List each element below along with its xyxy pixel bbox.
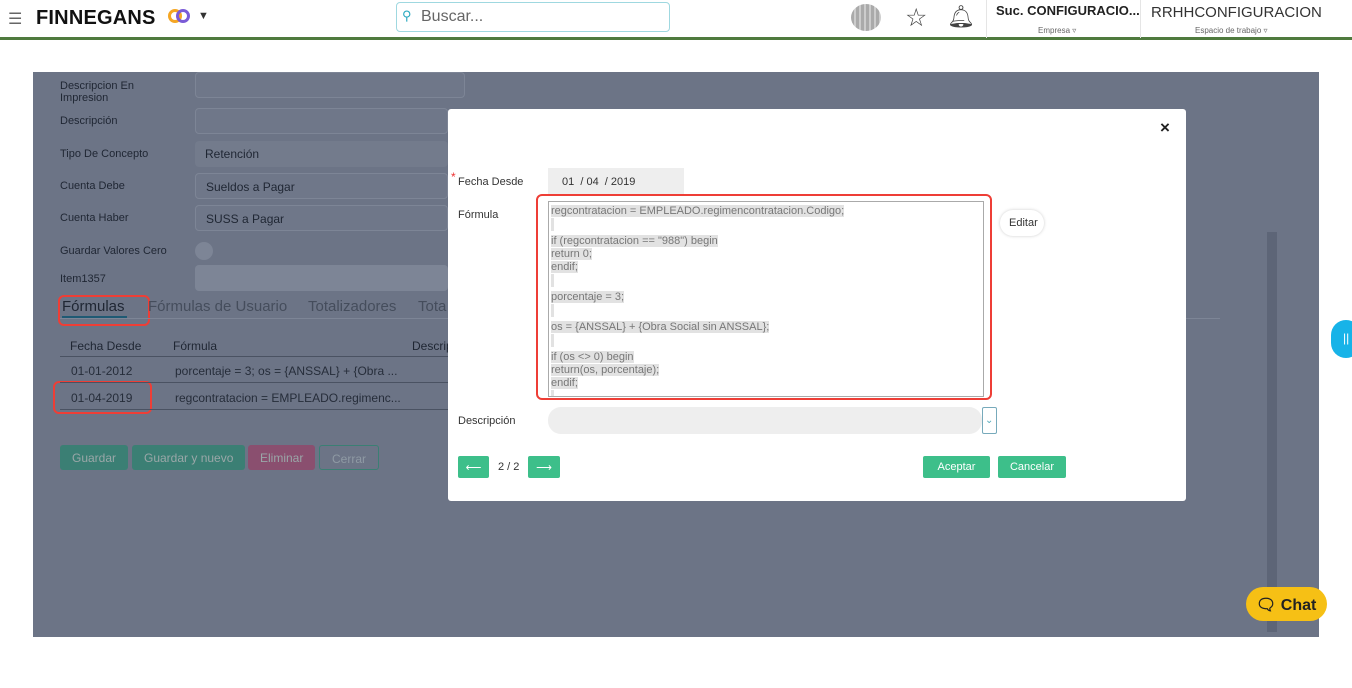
close-button[interactable]: Cerrar <box>319 445 380 470</box>
formula-line <box>551 334 981 351</box>
field-label: Descripción <box>60 115 118 127</box>
assistant-icon[interactable] <box>851 4 881 31</box>
formula-line-text: os = {ANSSAL} + {Obra Social sin ANSSAL}… <box>551 321 770 333</box>
formula-line-text <box>551 334 554 347</box>
save-zero-toggle[interactable] <box>195 242 213 260</box>
field-label: Cuenta Debe <box>60 180 125 192</box>
formula-line <box>551 218 981 235</box>
divider <box>986 0 987 38</box>
close-icon[interactable]: × <box>1160 118 1170 138</box>
search-input[interactable]: Buscar... <box>396 2 670 32</box>
chat-bubble-icon: 🗨︎ <box>1256 597 1281 614</box>
formula-line: porcentaje = 3; <box>551 291 981 304</box>
brand-mark-icon <box>168 9 190 23</box>
formula-line-text: endif; <box>551 261 578 273</box>
formula-line: endif; <box>551 377 981 390</box>
description-select[interactable] <box>548 407 982 434</box>
company-name[interactable]: Suc. CONFIGURACIO... <box>996 3 1140 18</box>
column-header: Fórmula <box>173 339 218 353</box>
debit-account-input[interactable]: Sueldos a Pagar <box>195 173 448 199</box>
tab-formulas[interactable]: Fórmulas <box>62 298 125 315</box>
cell-date: 01-04-2019 <box>71 391 133 405</box>
save-and-new-button[interactable]: Guardar y nuevo <box>132 445 246 470</box>
formula-line-text: return(os, porcentaje); <box>551 364 660 376</box>
concept-type-select[interactable]: Retención <box>195 141 448 167</box>
formula-line-text <box>551 218 554 231</box>
field-label: Cuenta Haber <box>60 212 129 224</box>
formula-line <box>551 304 981 321</box>
previous-button[interactable]: ⟵ <box>458 456 489 478</box>
notifications-bell-icon[interactable]: 🔔︎ <box>947 4 975 30</box>
tab-totalizers[interactable]: Totalizadores <box>308 298 396 315</box>
brand-dropdown-icon[interactable]: ▼ <box>198 10 209 22</box>
search-icon: ⚲ <box>402 8 412 23</box>
required-marker: * <box>451 170 456 184</box>
table-row[interactable]: 01-01-2012 porcentaje = 3; os = {ANSSAL}… <box>60 356 450 383</box>
chevron-down-icon[interactable]: ⌄ <box>982 407 997 434</box>
cell-formula: regcontratacion = EMPLEADO.regimenc... <box>175 391 401 405</box>
description-label: Descripción <box>458 415 516 427</box>
formula-line <box>551 274 981 291</box>
formula-line: if (regcontratacion == "988") begin <box>551 235 981 248</box>
formula-line-text: if (os <> 0) begin <box>551 351 634 363</box>
scrollbar[interactable] <box>1267 232 1277 632</box>
formula-line: os = {ANSSAL} + {Obra Social sin ANSSAL}… <box>551 321 981 334</box>
formula-line-text: regcontratacion = EMPLEADO.regimencontra… <box>551 205 845 217</box>
formula-line-text: porcentaje = 3; <box>551 291 625 303</box>
formula-line-text: endif; <box>551 377 578 389</box>
cell-date: 01-01-2012 <box>71 364 133 378</box>
date-label: Fecha Desde <box>458 176 524 188</box>
item1357-input[interactable] <box>195 265 448 291</box>
formula-textarea[interactable]: regcontratacion = EMPLEADO.regimencontra… <box>548 201 984 397</box>
credit-account-input[interactable]: SUSS a Pagar <box>195 205 448 231</box>
formula-label: Fórmula <box>458 209 499 221</box>
pager-text: 2 / 2 <box>498 461 520 473</box>
cancel-button[interactable]: Cancelar <box>998 456 1066 478</box>
save-button[interactable]: Guardar <box>60 445 129 470</box>
cell-formula: porcentaje = 3; os = {ANSSAL} + {Obra ..… <box>175 364 398 378</box>
column-header: Fecha Desde <box>70 339 142 353</box>
company-selector[interactable]: Empresa ▿ <box>1038 26 1076 35</box>
formula-line-text: return 0; <box>551 248 592 260</box>
date-input[interactable]: 01 / 04 / 2019 <box>548 168 684 195</box>
workspace-selector[interactable]: Espacio de trabajo ▿ <box>1195 26 1268 35</box>
field-label: Descripcion En Impresion <box>60 80 134 104</box>
field-label: Guardar Valores Cero <box>60 245 167 257</box>
accept-button[interactable]: Aceptar <box>923 456 990 478</box>
formula-line: if (os <> 0) begin <box>551 351 981 364</box>
print-description-input[interactable] <box>195 72 465 98</box>
field-label: Tipo De Concepto <box>60 148 149 160</box>
formula-line: return 0; <box>551 248 981 261</box>
divider <box>1140 0 1141 38</box>
hamburger-menu-icon[interactable]: ☰ <box>8 9 22 29</box>
edit-button[interactable]: Editar <box>1000 210 1044 236</box>
chat-label: Chat <box>1280 597 1317 614</box>
tab-more[interactable]: Tota <box>418 298 446 315</box>
formula-line: endif; <box>551 261 981 274</box>
formula-line: regcontratacion = EMPLEADO.regimencontra… <box>551 205 981 218</box>
favorites-star-icon[interactable]: ☆ <box>905 3 927 33</box>
delete-button[interactable]: Eliminar <box>248 445 316 470</box>
side-panel-handle[interactable]: || <box>1331 320 1352 358</box>
formula-line-text <box>551 304 554 317</box>
column-header: Descrip <box>412 339 453 353</box>
chat-button[interactable]: 🗨︎ Chat <box>1246 587 1327 621</box>
formula-line <box>551 390 981 396</box>
formula-line-text <box>551 390 554 396</box>
next-button[interactable]: ⟶ <box>528 456 560 478</box>
formula-line-text: if (regcontratacion == "988") begin <box>551 235 718 247</box>
formula-line: return(os, porcentaje); <box>551 364 981 377</box>
tab-user-formulas[interactable]: Fórmulas de Usuario <box>148 298 287 315</box>
field-label: Item1357 <box>60 273 106 285</box>
table-row[interactable]: 01-04-2019 regcontratacion = EMPLEADO.re… <box>60 383 450 410</box>
description-input[interactable] <box>195 108 448 134</box>
top-bar: ☰ FINNEGANS ▼ Buscar... ⚲ ☆ 🔔︎ Suc. CONF… <box>0 0 1352 40</box>
brand-logo[interactable]: FINNEGANS <box>36 7 156 30</box>
formula-line-text <box>551 274 554 287</box>
workspace-name[interactable]: RRHHCONFIGURACION <box>1151 4 1322 21</box>
